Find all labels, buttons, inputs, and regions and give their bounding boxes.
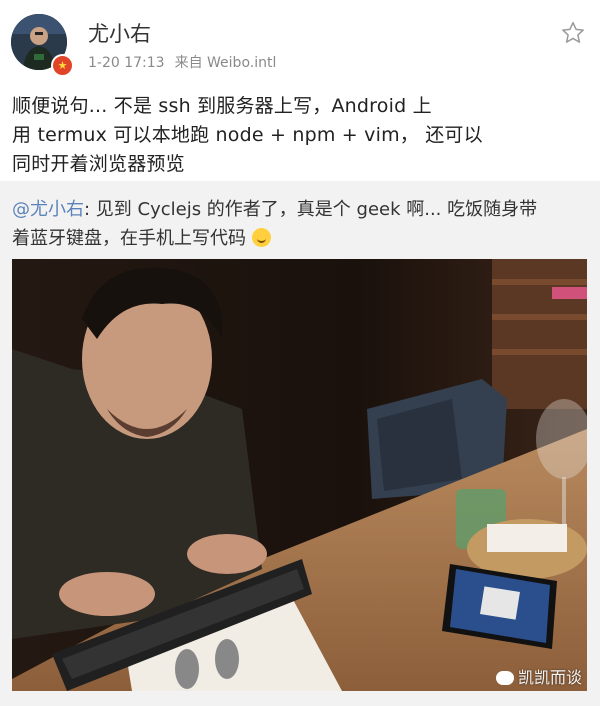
verified-badge-icon: ★ (51, 54, 74, 77)
star-outline-icon[interactable] (560, 20, 586, 46)
post-photo[interactable] (12, 259, 587, 691)
wechat-icon (496, 671, 514, 685)
post-meta: 1-20 17:13 来自 Weibo.intl (88, 52, 276, 72)
post-body: 顺便说句... 不是 ssh 到服务器上写，Android 上 用 termux… (12, 92, 587, 179)
watermark: 凯凯而谈 (496, 664, 582, 688)
repost-text-line: 着蓝牙键盘，在手机上写代码 (12, 228, 246, 249)
post-source[interactable]: 来自 Weibo.intl (175, 55, 277, 71)
weibo-post: ★ 尤小右 1-20 17:13 来自 Weibo.intl 顺便说句... 不是… (0, 0, 600, 706)
watermark-text: 凯凯而谈 (518, 668, 583, 687)
author-name[interactable]: 尤小右 (88, 18, 151, 48)
laughing-emoji-icon (251, 228, 271, 247)
post-timestamp: 1-20 17:13 (88, 55, 165, 71)
repost-text-line: : 见到 Cyclejs 的作者了，真是个 geek 啊... 吃饭随身带 (84, 199, 538, 220)
post-text-line: 用 termux 可以本地跑 node + npm + vim， 还可以 (12, 124, 483, 146)
post-text-line: 同时开着浏览器预览 (12, 153, 185, 175)
repost-card[interactable]: @尤小右: 见到 Cyclejs 的作者了，真是个 geek 啊... 吃饭随身… (0, 181, 600, 706)
mention-link[interactable]: @尤小右 (12, 199, 84, 220)
repost-body: @尤小右: 见到 Cyclejs 的作者了，真是个 geek 啊... 吃饭随身… (12, 195, 592, 253)
post-text-line: 顺便说句... 不是 ssh 到服务器上写，Android 上 (12, 95, 432, 117)
